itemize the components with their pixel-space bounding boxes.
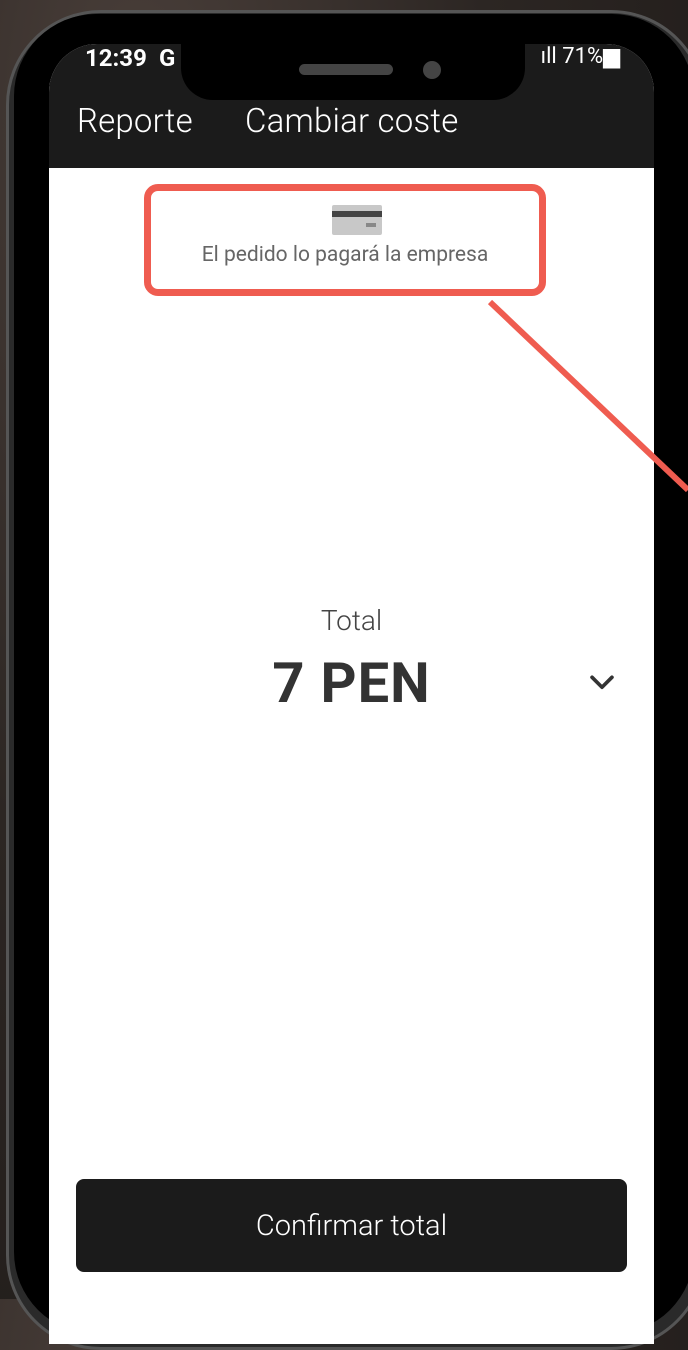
speaker-grille xyxy=(299,64,393,75)
chevron-down-icon[interactable] xyxy=(585,666,619,700)
confirm-total-button[interactable]: Confirmar total xyxy=(76,1179,627,1272)
total-label: Total xyxy=(320,604,383,637)
top-bar: 12:39 G ıll 71%▆ Reporte Cambiar coste xyxy=(49,44,654,168)
report-button[interactable]: Reporte xyxy=(77,102,193,141)
app-screen: 12:39 G ıll 71%▆ Reporte Cambiar coste E… xyxy=(49,44,654,1344)
change-cost-button[interactable]: Cambiar coste xyxy=(245,102,458,141)
credit-card-icon xyxy=(332,205,382,235)
payment-method-highlight: El pedido lo pagará la empresa xyxy=(144,184,546,296)
front-camera xyxy=(423,61,441,79)
payment-method-text: El pedido lo pagará la empresa xyxy=(201,243,489,267)
camera-notch xyxy=(181,44,525,100)
total-amount: 7 PEN xyxy=(272,650,431,716)
battery-signal-status: ıll 71%▆ xyxy=(540,44,620,69)
g-icon: G xyxy=(159,44,176,72)
status-time: 12:39 xyxy=(85,44,147,72)
